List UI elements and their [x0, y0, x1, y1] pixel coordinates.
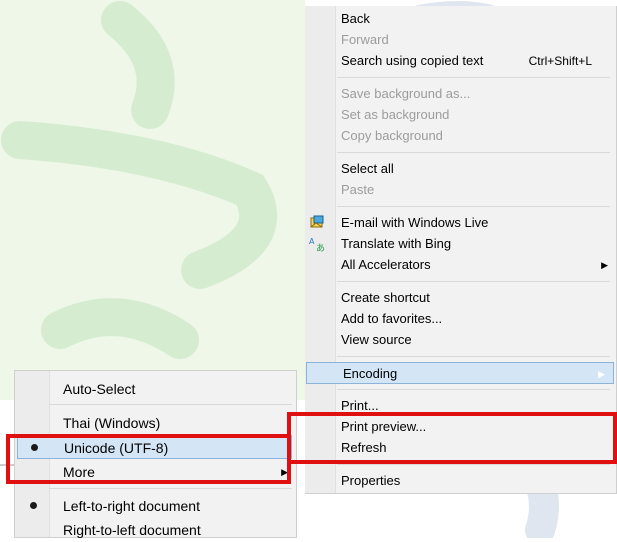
menu-item-email-windows-live[interactable]: E-mail with Windows Live [305, 212, 616, 234]
menu-item-save-background[interactable]: Save background as... [305, 83, 616, 105]
menu-item-search-copied-text[interactable]: Search using copied text Ctrl+Shift+L [305, 50, 616, 72]
menu-item-encoding[interactable]: Encoding ▶ [306, 362, 614, 384]
menu-item-back[interactable]: Back [305, 8, 616, 30]
menu-separator [337, 152, 610, 153]
menu-separator [337, 389, 610, 390]
menu-item-properties[interactable]: Properties [305, 470, 616, 492]
encoding-item-auto-select[interactable]: Auto-Select [15, 377, 296, 401]
annotation-box-unicode [6, 434, 291, 484]
menu-item-view-source[interactable]: View source [305, 329, 616, 351]
menu-item-paste[interactable]: Paste [305, 179, 616, 201]
menu-separator [49, 404, 292, 405]
menu-item-create-shortcut[interactable]: Create shortcut [305, 287, 616, 309]
submenu-arrow-icon: ▶ [598, 369, 605, 379]
menu-separator [337, 464, 610, 465]
encoding-item-right-to-left[interactable]: Right-to-left document [15, 518, 296, 542]
menu-separator [337, 206, 610, 207]
menu-separator [337, 356, 610, 357]
menu-item-set-as-background[interactable]: Set as background [305, 104, 616, 126]
windows-live-mail-icon [310, 215, 324, 228]
accelerator-text: Ctrl+Shift+L [528, 54, 592, 68]
encoding-item-thai-windows[interactable]: Thai (Windows) [15, 411, 296, 435]
menu-separator [337, 77, 610, 78]
radio-selected-icon [30, 502, 37, 509]
svg-text:あ: あ [316, 243, 325, 252]
menu-item-translate-bing[interactable]: A あ Translate with Bing [305, 233, 616, 255]
bing-translator-icon: A あ [309, 237, 325, 252]
menu-item-add-to-favorites[interactable]: Add to favorites... [305, 308, 616, 330]
submenu-arrow-icon: ▶ [601, 260, 608, 270]
menu-item-forward[interactable]: Forward [305, 29, 616, 51]
menu-item-all-accelerators[interactable]: All Accelerators ▶ [305, 254, 616, 276]
svg-text:A: A [309, 237, 315, 246]
menu-item-copy-background[interactable]: Copy background [305, 125, 616, 147]
annotation-box-print-preview-refresh [287, 412, 617, 464]
menu-separator [49, 488, 292, 489]
menu-separator [337, 281, 610, 282]
encoding-item-left-to-right[interactable]: Left-to-right document [15, 494, 296, 518]
menu-item-select-all[interactable]: Select all [305, 158, 616, 180]
